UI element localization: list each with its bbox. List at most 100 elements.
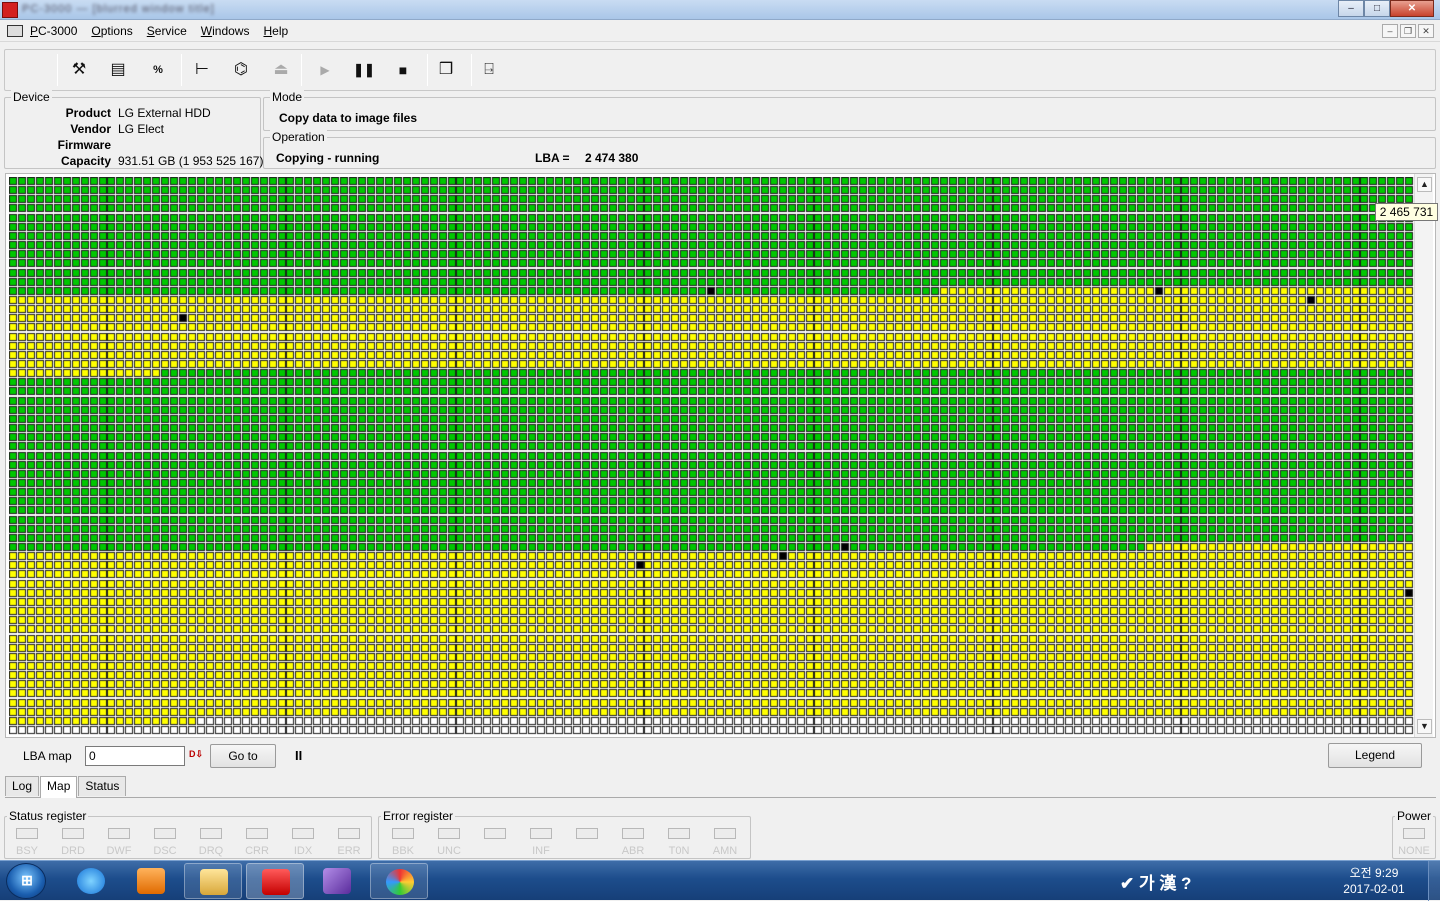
status-led — [154, 828, 176, 839]
pc3000-icon[interactable] — [246, 863, 304, 899]
mdi-close-button[interactable]: ✕ — [1418, 24, 1434, 38]
power-led — [1403, 828, 1425, 839]
visual-studio-icon[interactable] — [308, 863, 366, 899]
operation-status: Copying - running — [276, 151, 380, 165]
toolbar-separator — [301, 54, 302, 86]
windows-logo-icon: ⊞ — [21, 872, 33, 888]
error-led — [576, 828, 598, 839]
mode-group-title: Mode — [270, 90, 305, 104]
error-led — [714, 828, 736, 839]
exit-icon[interactable]: ⍈ — [476, 57, 502, 83]
close-button[interactable]: ✕ — [1390, 0, 1434, 17]
status-led-label: DSC — [153, 845, 177, 857]
taskbar: ⊞ ✔ 가 漢 ? 오전 9:29 2017-02-01 — [0, 860, 1440, 901]
pause-icon[interactable]: ❚❚ — [351, 57, 377, 83]
toolbar-separator — [471, 54, 472, 86]
explorer-icon[interactable] — [184, 863, 242, 899]
lba-map-input[interactable]: 0 — [85, 746, 185, 766]
menu-windows[interactable]: Windows — [201, 24, 250, 38]
status-led — [292, 828, 314, 839]
tab-strip-line — [5, 797, 1436, 798]
menu-options[interactable]: Options — [91, 24, 132, 38]
map-pause-button[interactable]: II — [295, 748, 302, 763]
lba-map[interactable] — [5, 173, 1436, 738]
toolbar-separator — [181, 54, 182, 86]
status-led-label: DWF — [106, 845, 132, 857]
lba-tooltip: 2 465 731 — [1375, 203, 1438, 221]
error-register-group: Error register BBK UNC INF ABR T0N AMN — [378, 809, 751, 859]
mdi-minimize-button[interactable]: – — [1382, 24, 1398, 38]
scroll-up-icon[interactable]: ▲ — [1417, 177, 1432, 192]
maximize-button[interactable]: □ — [1364, 0, 1390, 17]
status-led — [62, 828, 84, 839]
error-led — [668, 828, 690, 839]
tools-icon[interactable]: ⚒ — [66, 57, 92, 83]
mdi-restore-button[interactable]: ❐ — [1400, 24, 1416, 38]
mdi-document-icon[interactable] — [7, 25, 23, 37]
lba-value: 2 474 380 — [585, 151, 639, 165]
tab-strip: Log Map Status — [5, 776, 127, 798]
tree-icon[interactable]: ⊢ — [189, 57, 215, 83]
error-led-label: ABR — [621, 845, 645, 857]
media-player-icon[interactable] — [122, 863, 180, 899]
lba-label: LBA = — [535, 151, 570, 165]
device-capacity-value: 931.51 GB (1 953 525 167) — [118, 154, 264, 168]
toolbar: ⚒ ▤ % ⊢ ⌬ ⏏ ▶ ❚❚ ■ ❒ ⍈ — [4, 49, 1436, 91]
lba-map-grid[interactable] — [9, 177, 1414, 735]
status-register-title: Status register — [7, 809, 89, 823]
pc3000-app-icon[interactable] — [2, 2, 18, 18]
device-capacity-row: Capacity 931.51 GB (1 953 525 167) — [5, 154, 263, 170]
minimize-button[interactable]: – — [1338, 0, 1364, 17]
device-firmware-row: Firmware — [5, 138, 255, 154]
device-group-title: Device — [11, 90, 52, 104]
percent-icon[interactable]: % — [145, 57, 171, 83]
status-led — [246, 828, 268, 839]
lba-map-bar: LBA map 0 D⇩ Go to II Legend — [5, 739, 1436, 775]
windows-icon[interactable]: ❒ — [433, 57, 459, 83]
tab-log[interactable]: Log — [5, 776, 40, 796]
mode-value: Copy data to image files — [279, 111, 418, 125]
scroll-down-icon[interactable]: ▼ — [1417, 719, 1432, 734]
status-led-label: BSY — [15, 845, 38, 857]
start-button[interactable]: ⊞ — [6, 863, 46, 899]
error-led-label: BBK — [391, 845, 414, 857]
device-group: Device Product LG External HDD Vendor LG… — [4, 90, 263, 170]
legend-button[interactable]: Legend — [1328, 743, 1422, 768]
play-icon: ▶ — [320, 63, 330, 77]
goto-button[interactable]: Go to — [210, 744, 276, 768]
menu-pc3000[interactable]: PC-3000 — [30, 24, 77, 38]
map-scrollbar[interactable]: ▲ ▼ — [1414, 174, 1433, 737]
error-led-label: T0N — [668, 845, 690, 857]
device-product-label: Product — [65, 106, 111, 120]
operation-group-title: Operation — [270, 130, 327, 144]
operation-group: Operation Copying - running LBA = 2 474 … — [263, 130, 1436, 169]
error-led — [530, 828, 552, 839]
power-title: Power — [1395, 809, 1434, 823]
stop-icon[interactable]: ■ — [390, 57, 416, 83]
status-led — [200, 828, 222, 839]
paint-icon[interactable] — [370, 863, 428, 899]
lba-unit-icon[interactable]: D⇩ — [189, 749, 203, 760]
chip-icon[interactable]: ▤ — [105, 57, 131, 83]
eject-icon: ⏏ — [273, 61, 289, 78]
clock[interactable]: 오전 9:29 2017-02-01 — [1334, 865, 1414, 897]
device-firmware-label: Firmware — [57, 138, 111, 152]
error-led-label: INF — [532, 845, 550, 857]
ie-icon[interactable] — [62, 863, 120, 899]
menu-help[interactable]: Help — [263, 24, 288, 38]
power-group: Power NONE — [1392, 809, 1436, 859]
show-desktop-button[interactable] — [1428, 861, 1440, 901]
device-vendor-label: Vendor — [70, 122, 111, 136]
tab-map[interactable]: Map — [40, 776, 78, 798]
error-led-label: UNC — [437, 845, 461, 857]
device-product-row: Product LG External HDD — [5, 106, 255, 122]
status-led-label: CRR — [245, 845, 269, 857]
error-led-label: AMN — [712, 845, 738, 857]
tab-status[interactable]: Status — [78, 776, 127, 796]
menu-service[interactable]: Service — [147, 24, 187, 38]
ime-indicator[interactable]: ✔ 가 漢 ? — [1120, 869, 1191, 894]
device-vendor-value: LG Elect — [118, 122, 165, 136]
binoculars-icon[interactable]: ⌬ — [228, 57, 254, 83]
status-led — [16, 828, 38, 839]
status-register-group: Status register BSY DRD DWF DSC DRQ CRR … — [4, 809, 372, 859]
